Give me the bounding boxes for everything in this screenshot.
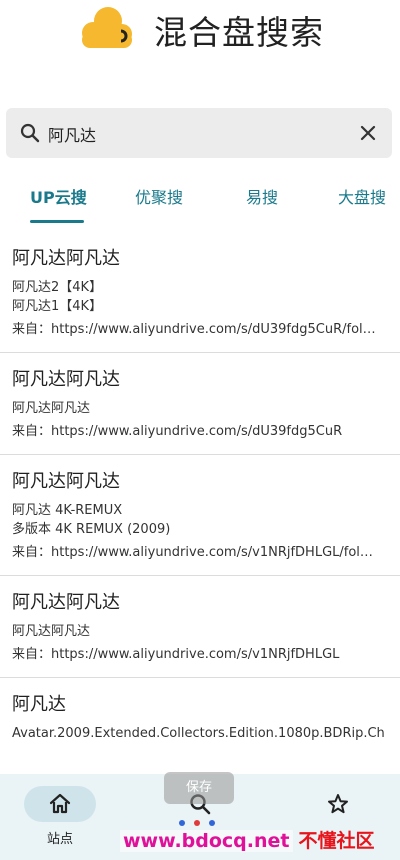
tab-youju[interactable]: 优聚搜 [135,184,183,208]
result-item[interactable]: 阿凡达阿凡达 阿凡达2【4K】 阿凡达1【4K】 来自：https://www.… [0,232,400,353]
home-icon [49,793,71,814]
star-icon [328,794,348,814]
tab-indicator [30,220,84,223]
results-list[interactable]: 阿凡达阿凡达 阿凡达2【4K】 阿凡达1【4K】 来自：https://www.… [0,232,400,774]
nav-item-sites[interactable]: 站点 [0,774,100,860]
app-title: 混合盘搜索 [154,13,324,52]
search-icon [20,123,40,143]
result-item[interactable]: 阿凡达阿凡达 阿凡达阿凡达 来自：https://www.aliyundrive… [0,353,400,455]
result-source: 来自：https://www.aliyundrive.com/s/v1NRjfD… [12,647,340,662]
toast-message: 保存 [164,772,234,804]
clear-icon[interactable] [356,121,380,145]
result-title: 阿凡达阿凡达 [12,471,120,492]
nav-label-sites: 站点 [46,832,73,847]
source-tabs: UP云搜 优聚搜 易搜 大盘搜 [0,174,400,224]
result-item[interactable]: 阿凡达 Avatar.2009.Extended.Collectors.Edit… [0,678,400,756]
result-title: 阿凡达 [12,694,66,715]
app-header: 混合盘搜索 [0,0,400,60]
result-line: 阿凡达 4K-REMUX [12,503,123,518]
result-title: 阿凡达阿凡达 [12,248,120,269]
result-line: 阿凡达阿凡达 [12,624,91,639]
watermark: www.bdocq.net 不懂社区 [120,826,400,856]
result-item[interactable]: 阿凡达阿凡达 阿凡达阿凡达 来自：https://www.aliyundrive… [0,576,400,678]
result-title: 阿凡达阿凡达 [12,369,120,390]
tab-yisou[interactable]: 易搜 [246,184,278,208]
cloud-logo-icon [82,7,132,48]
result-item[interactable]: 阿凡达阿凡达 阿凡达 4K-REMUX 多版本 4K REMUX (2009) … [0,455,400,576]
result-source: 来自：https://www.aliyundrive.com/s/dU39fdg… [12,322,376,337]
tab-up-cloud[interactable]: UP云搜 [30,184,87,208]
result-line: 阿凡达阿凡达 [12,401,91,416]
search-input[interactable] [46,116,350,152]
watermark-name: 不懂社区 [298,830,375,852]
result-line: 阿凡达1【4K】 [12,299,103,314]
result-line: 阿凡达2【4K】 [12,280,103,295]
result-line: Avatar.2009.Extended.Collectors.Edition.… [12,726,385,741]
result-title: 阿凡达阿凡达 [12,592,120,613]
search-bar[interactable] [6,108,392,158]
result-source: 来自：https://www.aliyundrive.com/s/dU39fdg… [12,424,343,439]
result-line: 多版本 4K REMUX (2009) [12,522,171,537]
result-source: 来自：https://www.aliyundrive.com/s/v1NRjfD… [12,545,373,560]
tab-dapan[interactable]: 大盘搜 [338,184,386,208]
watermark-url: www.bdocq.net [120,830,293,852]
